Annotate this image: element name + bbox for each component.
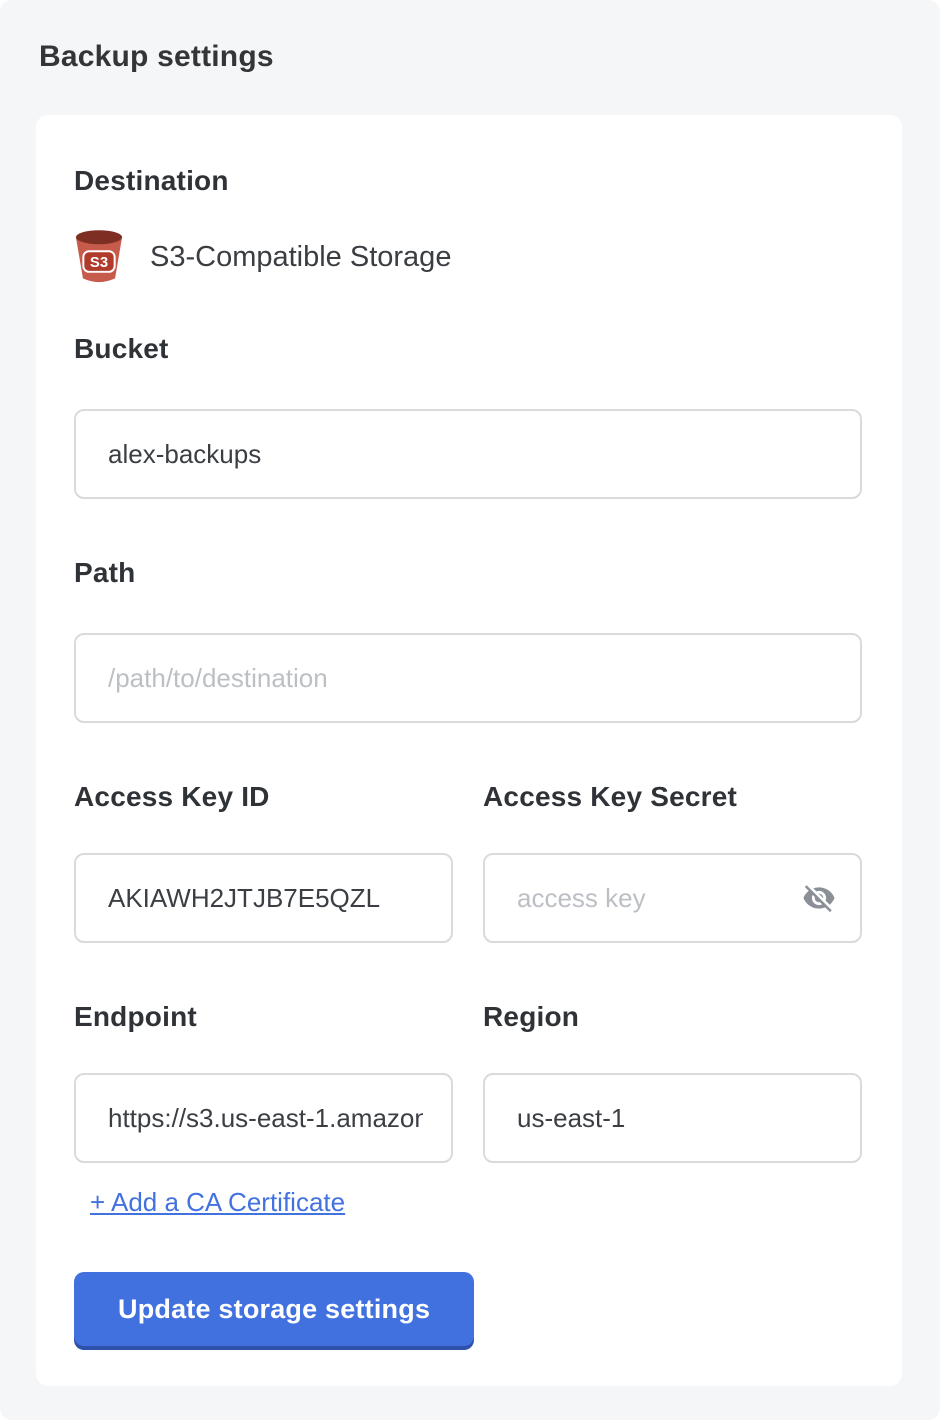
bucket-label: Bucket [74,333,862,365]
eye-off-icon [802,881,836,915]
endpoint-label: Endpoint [74,1001,453,1033]
svg-text:S3: S3 [90,255,108,271]
add-ca-certificate-link[interactable]: + Add a CA Certificate [90,1187,345,1218]
access-key-id-input[interactable] [74,853,453,943]
backup-settings-page: Backup settings Destination S3 S3-Compat… [0,0,940,1420]
access-key-secret-wrap [483,853,862,943]
destination-label: Destination [74,165,862,197]
access-key-secret-label: Access Key Secret [483,781,862,813]
destination-value: S3-Compatible Storage [150,241,451,274]
s3-bucket-icon: S3 [74,229,124,285]
backup-settings-card: Destination S3 S3-Compatible Storage Buc… [36,115,902,1386]
region-input[interactable] [483,1073,862,1163]
path-input[interactable] [74,633,862,723]
endpoint-field: Endpoint [74,943,453,1163]
region-field: Region [483,943,862,1163]
region-label: Region [483,1001,862,1033]
access-key-secret-field: Access Key Secret [483,723,862,943]
path-label: Path [74,557,862,589]
bucket-input[interactable] [74,409,862,499]
page-title: Backup settings [39,40,904,74]
toggle-secret-visibility-button[interactable] [800,879,838,917]
access-key-row: Access Key ID Access Key Secret [74,723,862,943]
endpoint-input[interactable] [74,1073,453,1163]
access-key-id-label: Access Key ID [74,781,453,813]
endpoint-region-row: Endpoint Region [74,943,862,1163]
update-storage-settings-button[interactable]: Update storage settings [74,1272,474,1346]
access-key-id-field: Access Key ID [74,723,453,943]
destination-row: S3 S3-Compatible Storage [74,229,862,285]
